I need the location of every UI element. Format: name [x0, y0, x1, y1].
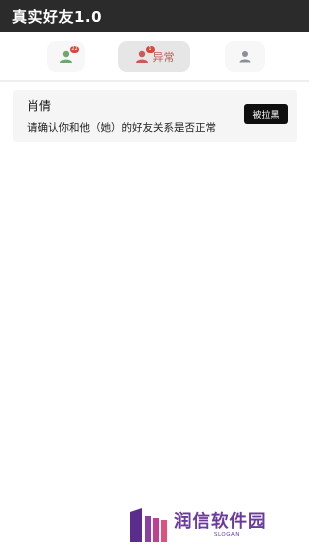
user-icon — [237, 49, 253, 65]
brand-watermark: 润信软件园 SLOGAN — [128, 506, 293, 544]
tab-friends[interactable]: 22 — [47, 41, 85, 72]
brand-logo-icon — [130, 508, 167, 542]
friend-name: 肖倩 — [27, 99, 52, 113]
friend-status-card: 肖倩 请确认你和他（她）的好友关系是否正常 被拉黑 — [13, 90, 297, 142]
blacklisted-button[interactable]: 被拉黑 — [244, 104, 288, 124]
brand-name: 润信软件园 — [174, 512, 267, 532]
abnormal-count-badge: 1 — [145, 45, 155, 53]
tab-abnormal-label: 异常 — [152, 50, 175, 64]
tab-bar: 22 1 异常 — [0, 32, 309, 82]
app-title: 真实好友1.0 — [12, 7, 103, 26]
user-icon: 1 — [134, 45, 155, 65]
tab-profile[interactable] — [225, 41, 265, 72]
app-title-bar: 真实好友1.0 — [0, 0, 309, 32]
tab-abnormal[interactable]: 1 异常 — [118, 41, 190, 72]
brand-slogan: SLOGAN — [214, 532, 240, 538]
friends-count-badge: 22 — [70, 45, 79, 53]
user-group-icon: 22 — [58, 45, 79, 65]
friend-status-message: 请确认你和他（她）的好友关系是否正常 — [27, 122, 216, 134]
